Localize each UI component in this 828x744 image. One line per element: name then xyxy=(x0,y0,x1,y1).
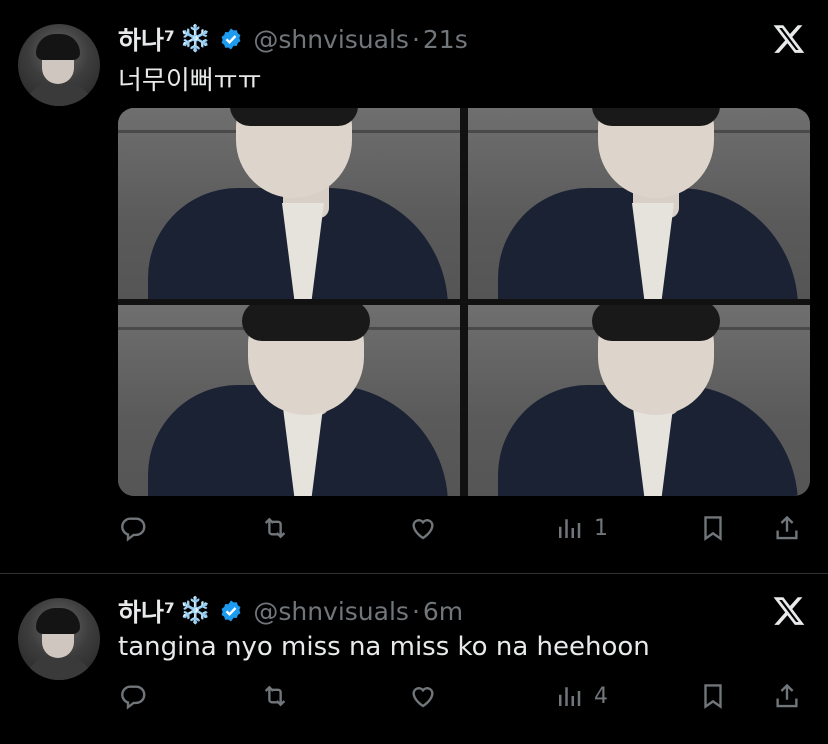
tweet-actions: 4 xyxy=(118,676,810,716)
timestamp[interactable]: 6m xyxy=(423,597,463,626)
photo-2[interactable] xyxy=(468,108,810,299)
views-icon xyxy=(559,687,581,706)
bookmark-icon xyxy=(704,516,722,541)
display-name[interactable]: 하나⁷ xyxy=(118,593,175,629)
views-button[interactable]: 4 xyxy=(554,676,608,716)
retweet-button[interactable] xyxy=(260,508,290,548)
bookmark-button[interactable] xyxy=(698,676,728,716)
tweet-text: 너무이뻐ㅠㅠ xyxy=(118,66,262,96)
avatar[interactable] xyxy=(18,24,100,106)
tweet-header: 하나⁷ ❄️ @shnvisuals · 6m xyxy=(118,594,463,628)
share-icon xyxy=(776,683,798,708)
photo-4[interactable] xyxy=(468,305,810,496)
tweet-header: 하나⁷ ❄️ @shnvisuals · 21s xyxy=(118,22,468,56)
like-icon xyxy=(412,519,434,540)
x-logo-icon xyxy=(773,597,805,625)
handle[interactable]: @shnvisuals xyxy=(253,25,409,54)
views-count: 1 xyxy=(594,515,608,541)
reply-icon xyxy=(121,517,146,542)
retweet-button[interactable] xyxy=(260,676,290,716)
x-logo-icon xyxy=(773,25,805,53)
bookmark-button[interactable] xyxy=(698,508,728,548)
share-button[interactable] xyxy=(772,508,802,548)
views-button[interactable]: 1 xyxy=(554,508,608,548)
verified-badge-icon xyxy=(221,600,241,622)
timestamp[interactable]: 21s xyxy=(423,25,468,54)
snowflake-icon: ❄️ xyxy=(178,24,212,54)
like-icon xyxy=(412,687,434,708)
tweet-text: tangina nyo miss na miss ko na heehoon xyxy=(118,632,650,662)
divider xyxy=(0,573,828,574)
reply-button[interactable] xyxy=(118,676,148,716)
reply-icon xyxy=(121,685,146,710)
photo-1[interactable] xyxy=(118,108,460,299)
separator-dot: · xyxy=(411,24,420,54)
handle[interactable]: @shnvisuals xyxy=(253,597,409,626)
views-icon xyxy=(559,519,581,538)
display-name[interactable]: 하나⁷ xyxy=(118,21,175,57)
share-icon xyxy=(776,515,798,540)
like-button[interactable] xyxy=(408,676,438,716)
tweet-actions: 1 xyxy=(118,508,810,548)
views-count: 4 xyxy=(594,683,608,709)
reply-button[interactable] xyxy=(118,508,148,548)
separator-dot: · xyxy=(411,596,420,626)
bookmark-icon xyxy=(704,684,722,709)
snowflake-icon: ❄️ xyxy=(178,596,212,626)
retweet-icon xyxy=(264,517,286,539)
avatar[interactable] xyxy=(18,598,100,680)
like-button[interactable] xyxy=(408,508,438,548)
verified-badge-icon xyxy=(221,28,241,50)
photo-3[interactable] xyxy=(118,305,460,496)
share-button[interactable] xyxy=(772,676,802,716)
media-grid[interactable] xyxy=(118,108,810,496)
retweet-icon xyxy=(264,685,286,707)
